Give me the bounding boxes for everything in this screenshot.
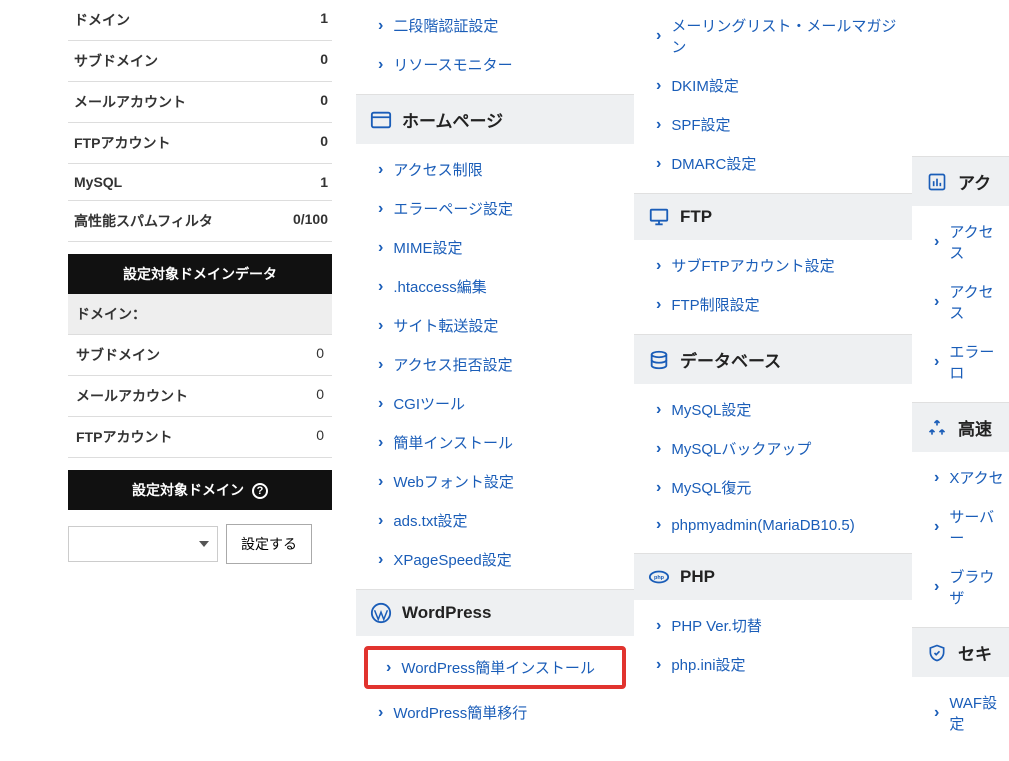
title: WordPress <box>402 603 491 623</box>
php-icon: php <box>648 566 670 588</box>
link-2fa[interactable]: 二段階認証設定 <box>356 6 634 45</box>
link-dkim[interactable]: DKIM設定 <box>634 66 912 105</box>
label: FTPアカウント <box>76 427 172 447</box>
link-server[interactable]: サーバー <box>912 497 1009 557</box>
value: 1 <box>320 174 328 190</box>
link-ftp-restrict[interactable]: FTP制限設定 <box>634 285 912 324</box>
title: PHP <box>680 567 715 587</box>
link-easy-install[interactable]: 簡単インストール <box>356 423 634 462</box>
stat-domain: ドメイン 1 <box>68 0 332 41</box>
domain-subdomain-row: サブドメイン 0 <box>68 335 332 376</box>
title: データベース <box>680 347 781 372</box>
value: 0/100 <box>293 211 328 231</box>
link-error-page[interactable]: エラーページ設定 <box>356 189 634 228</box>
browser-icon <box>370 109 392 131</box>
link-cgi-tool[interactable]: CGIツール <box>356 384 634 423</box>
link-php-ver[interactable]: PHP Ver.切替 <box>634 606 912 645</box>
monitor-icon <box>648 206 670 228</box>
php-header: php PHP <box>634 553 912 600</box>
link-error-log[interactable]: エラーロ <box>912 332 1009 392</box>
link-mailing-list[interactable]: メーリングリスト・メールマガジン <box>634 6 912 66</box>
speed-header: 高速 <box>912 402 1009 452</box>
value: 0 <box>316 427 324 447</box>
link-sub-ftp[interactable]: サブFTPアカウント設定 <box>634 246 912 285</box>
set-button[interactable]: 設定する <box>226 524 312 564</box>
link-redirect[interactable]: サイト転送設定 <box>356 306 634 345</box>
domain-mail-row: メールアカウント 0 <box>68 376 332 417</box>
title: アク <box>958 169 991 194</box>
stat-spam: 高性能スパムフィルタ 0/100 <box>68 201 332 242</box>
link-resource-monitor[interactable]: リソースモニター <box>356 45 634 84</box>
label: ドメイン <box>74 10 130 30</box>
link-access-restrict[interactable]: アクセス制限 <box>356 150 634 189</box>
value: 0 <box>320 92 328 112</box>
link-access-2[interactable]: アクセス <box>912 272 1009 332</box>
link-mysql-backup[interactable]: MySQLバックアップ <box>634 429 912 468</box>
link-dmarc[interactable]: DMARC設定 <box>634 144 912 183</box>
label: サブドメイン <box>74 51 158 71</box>
link-spf[interactable]: SPF設定 <box>634 105 912 144</box>
stat-mysql: MySQL 1 <box>68 164 332 201</box>
label: サブドメイン <box>76 345 160 365</box>
link-access-deny[interactable]: アクセス拒否設定 <box>356 345 634 384</box>
link-ads-txt[interactable]: ads.txt設定 <box>356 501 634 540</box>
title: 高速 <box>958 415 992 440</box>
access-header: アク <box>912 156 1009 206</box>
stat-mail: メールアカウント 0 <box>68 82 332 123</box>
label: ドメイン： <box>76 304 146 324</box>
svg-text:php: php <box>654 575 665 581</box>
value: 0 <box>316 345 324 365</box>
help-icon[interactable]: ? <box>252 483 268 499</box>
link-phpmyadmin[interactable]: phpmyadmin(MariaDB10.5) <box>634 507 912 543</box>
homepage-header: ホームページ <box>356 94 634 144</box>
wordpress-icon <box>370 602 392 624</box>
ftp-header: FTP <box>634 193 912 240</box>
value: 0 <box>320 133 328 153</box>
link-wp-easy-install[interactable]: WordPress簡単インストール <box>364 646 626 689</box>
database-header: データベース <box>634 334 912 384</box>
database-icon <box>648 349 670 371</box>
link-webfont[interactable]: Webフォント設定 <box>356 462 634 501</box>
label: 高性能スパムフィルタ <box>74 211 213 231</box>
link-htaccess[interactable]: .htaccess編集 <box>356 267 634 306</box>
link-mysql-restore[interactable]: MySQL復元 <box>634 468 912 507</box>
link-waf[interactable]: WAF設定 <box>912 683 1009 743</box>
domain-row: ドメイン： <box>68 294 332 335</box>
title: セキ <box>958 640 992 665</box>
label: 設定対象ドメイン <box>132 482 244 498</box>
link-mime[interactable]: MIME設定 <box>356 228 634 267</box>
domain-select[interactable] <box>68 526 218 562</box>
shield-icon <box>926 642 948 664</box>
speed-icon <box>926 417 948 439</box>
link-wp-migrate[interactable]: WordPress簡単移行 <box>356 693 634 732</box>
stat-subdomain: サブドメイン 0 <box>68 41 332 82</box>
stat-ftp: FTPアカウント 0 <box>68 123 332 164</box>
chart-icon <box>926 171 948 193</box>
label: メールアカウント <box>76 386 188 406</box>
value: 1 <box>320 10 328 30</box>
link-browser[interactable]: ブラウザ <box>912 557 1009 617</box>
title: ホームページ <box>402 107 503 132</box>
domain-ftp-row: FTPアカウント 0 <box>68 417 332 458</box>
link-php-ini[interactable]: php.ini設定 <box>634 645 912 684</box>
link-xpagespeed[interactable]: XPageSpeed設定 <box>356 540 634 579</box>
label: MySQL <box>74 174 122 190</box>
value: 0 <box>320 51 328 71</box>
domain-data-heading: 設定対象ドメインデータ <box>68 254 332 294</box>
value: 0 <box>316 386 324 406</box>
label: メールアカウント <box>74 92 186 112</box>
wordpress-header: WordPress <box>356 589 634 636</box>
link-access-1[interactable]: アクセス <box>912 212 1009 272</box>
link-mysql-settings[interactable]: MySQL設定 <box>634 390 912 429</box>
title: FTP <box>680 207 712 227</box>
security-header: セキ <box>912 627 1009 677</box>
target-domain-heading: 設定対象ドメイン ? <box>68 470 332 510</box>
label: FTPアカウント <box>74 133 170 153</box>
link-xaccel[interactable]: Xアクセ <box>912 458 1009 497</box>
